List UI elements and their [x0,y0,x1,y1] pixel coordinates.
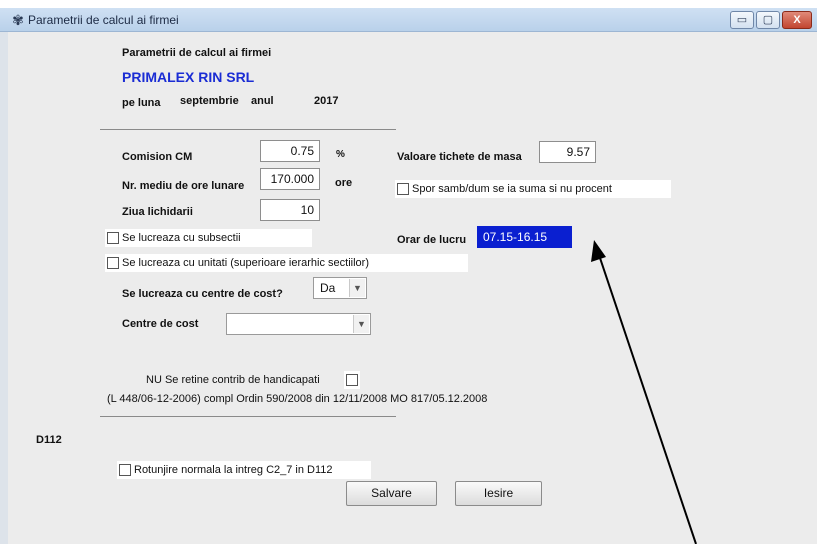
ore-input[interactable]: 170.000 [260,168,320,190]
exit-button[interactable]: Iesire [455,481,542,506]
unitati-label: Se lucreaza cu unitati (superioare ierar… [122,257,369,269]
divider-bottom [100,416,396,417]
left-border [0,32,8,544]
ore-label: Nr. mediu de ore lunare [122,180,245,192]
orar-input[interactable]: 07.15-16.15 [477,226,572,248]
ore-unit: ore [335,177,353,189]
close-button[interactable]: X [782,11,812,29]
handicapati-label: NU Se retine contrib de handicapati [146,374,320,386]
chevron-down-icon[interactable]: ▼ [349,279,365,297]
tichete-input[interactable]: 9.57 [539,141,596,163]
month-value: septembrie [180,95,239,107]
spor-label: Spor samb/dum se ia suma si nu procent [412,183,612,195]
chevron-down-icon[interactable]: ▼ [353,315,369,333]
checkbox-box[interactable] [346,374,358,386]
unitati-checkbox[interactable]: Se lucreaza cu unitati (superioare ierar… [105,254,468,272]
anul-label: anul [251,95,274,107]
rotunjire-label: Rotunjire normala la intreg C2_7 in D112 [134,464,333,476]
centre-select[interactable]: Da ▼ [313,277,367,299]
d112-section-label: D112 [36,434,62,446]
save-button[interactable]: Salvare [346,481,437,506]
window-title: Parametrii de calcul ai firmei [28,13,179,27]
comision-input[interactable]: 0.75 [260,140,320,162]
checkbox-box[interactable] [107,232,119,244]
year-value: 2017 [314,95,339,107]
checkbox-box[interactable] [397,183,409,195]
ziua-input[interactable]: 10 [260,199,320,221]
handicapati-checkbox[interactable] [344,371,360,389]
subsectii-checkbox[interactable]: Se lucreaza cu subsectii [105,229,312,247]
checkbox-box[interactable] [119,464,131,476]
spor-checkbox[interactable]: Spor samb/dum se ia suma si nu procent [395,180,671,198]
cost-select[interactable]: ▼ [226,313,371,335]
application-icon: ✾ [12,12,24,28]
comision-unit: % [336,149,345,160]
tichete-label: Valoare tichete de masa [397,151,522,163]
centre-select-value: Da [320,281,336,295]
checkbox-box[interactable] [107,257,119,269]
legal-note: (L 448/06-12-2006) compl Ordin 590/2008 … [107,393,488,405]
comision-label: Comision CM [122,151,193,163]
minimize-button[interactable]: ▭ [730,11,754,29]
firm-name: PRIMALEX RIN SRL [122,69,255,85]
centre-question: Se lucreaza cu centre de cost? [122,288,283,300]
form-heading: Parametrii de calcul ai firmei [122,47,272,59]
rotunjire-checkbox[interactable]: Rotunjire normala la intreg C2_7 in D112 [117,461,371,479]
orar-label: Orar de lucru [397,234,467,246]
divider-top [100,129,396,130]
maximize-button[interactable]: ▢ [756,11,780,29]
subsectii-label: Se lucreaza cu subsectii [122,232,241,244]
cost-label: Centre de cost [122,318,199,330]
ziua-label: Ziua lichidarii [122,206,193,218]
pe-luna-label: pe luna [122,97,161,109]
title-bar: ✾ Parametrii de calcul ai firmei ▭ ▢ X [0,8,817,32]
